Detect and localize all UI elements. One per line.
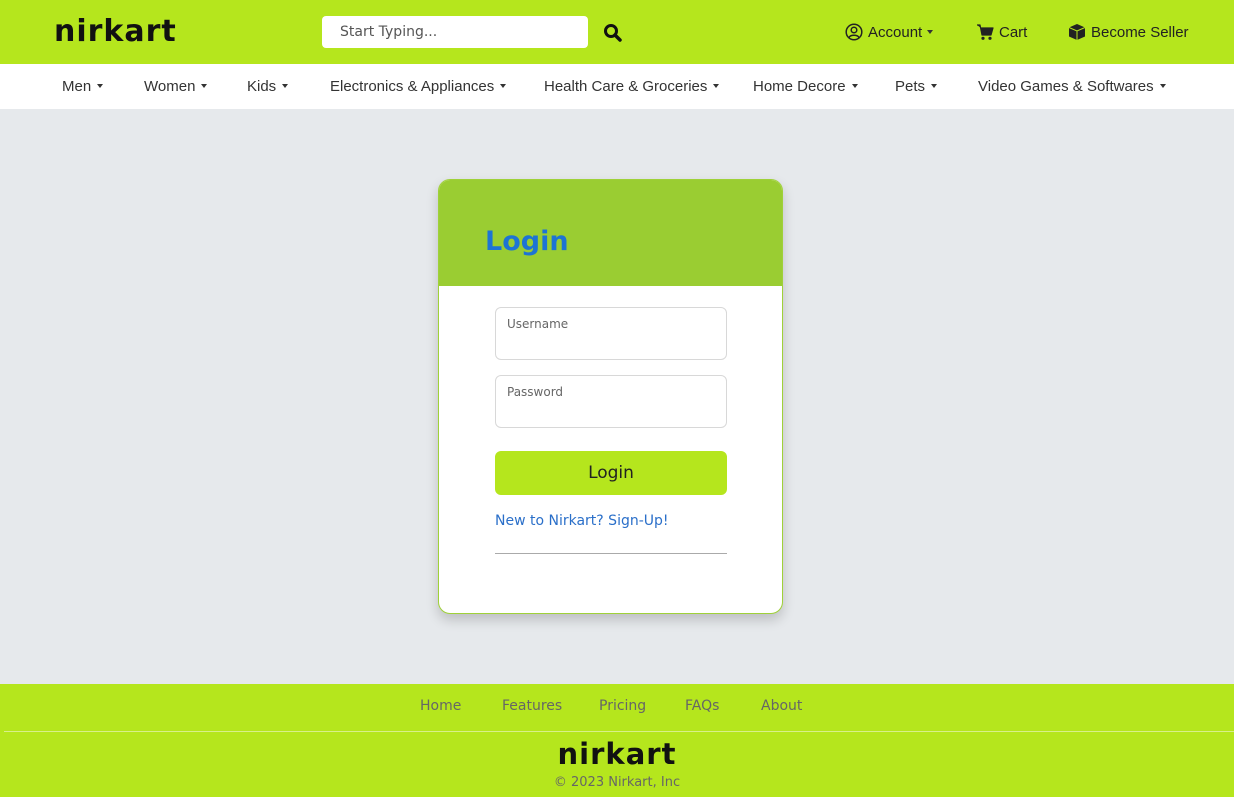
cart-link[interactable]: Cart <box>976 20 1027 44</box>
cart-label: Cart <box>999 23 1028 41</box>
footer-divider <box>4 731 1234 732</box>
signup-link[interactable]: New to Nirkart? Sign-Up! <box>495 513 669 529</box>
footer-link-pricing[interactable]: Pricing <box>599 698 646 714</box>
category-home-decore[interactable]: Home Decore <box>753 64 858 109</box>
caret-down-icon <box>1159 84 1166 88</box>
caret-down-icon <box>500 84 507 88</box>
site-logo[interactable]: nirkart <box>54 14 177 50</box>
caret-down-icon <box>282 84 289 88</box>
account-label: Account <box>868 23 923 41</box>
footer: Home Features Pricing FAQs About nirkart… <box>0 684 1234 797</box>
category-nav: Men Women Kids Electronics & Appliances … <box>0 64 1234 109</box>
category-pets[interactable]: Pets <box>895 64 938 109</box>
category-women[interactable]: Women <box>144 64 208 109</box>
caret-down-icon <box>931 84 938 88</box>
login-card-header: Login <box>439 180 782 286</box>
divider <box>495 553 727 554</box>
cart-icon <box>977 24 994 40</box>
login-button[interactable]: Login <box>495 451 727 495</box>
user-circle-icon <box>845 23 863 41</box>
caret-down-icon <box>201 84 208 88</box>
password-label: Password <box>507 385 564 399</box>
category-electronics[interactable]: Electronics & Appliances <box>330 64 507 109</box>
category-video-games[interactable]: Video Games & Softwares <box>978 64 1166 109</box>
account-menu[interactable]: Account <box>845 20 934 44</box>
login-card: Login Username Password Login New to Nir… <box>438 179 783 614</box>
caret-down-icon <box>97 84 104 88</box>
box-icon <box>1068 24 1086 40</box>
footer-logo: nirkart <box>557 737 677 771</box>
username-label: Username <box>507 317 569 331</box>
footer-link-features[interactable]: Features <box>502 698 562 714</box>
seller-label: Become Seller <box>1091 23 1189 41</box>
category-men[interactable]: Men <box>62 64 104 109</box>
search-input[interactable] <box>322 16 588 48</box>
become-seller-link[interactable]: Become Seller <box>1068 20 1189 44</box>
footer-link-home[interactable]: Home <box>420 698 461 714</box>
footer-link-faqs[interactable]: FAQs <box>685 698 719 714</box>
caret-down-icon <box>851 84 858 88</box>
username-input[interactable] <box>507 334 719 356</box>
top-header: nirkart Account Cart Become Seller <box>0 0 1234 64</box>
username-field[interactable]: Username <box>495 307 727 360</box>
password-field[interactable]: Password <box>495 375 727 428</box>
category-kids[interactable]: Kids <box>247 64 289 109</box>
chevron-down-icon <box>927 30 934 34</box>
login-title: Login <box>485 226 569 257</box>
copyright-text: © 2023 Nirkart, Inc <box>553 775 681 790</box>
search-button[interactable] <box>602 22 624 44</box>
footer-link-about[interactable]: About <box>761 698 802 714</box>
password-input[interactable] <box>507 402 719 424</box>
search-icon <box>604 24 622 42</box>
caret-down-icon <box>713 84 720 88</box>
category-health-groceries[interactable]: Health Care & Groceries <box>544 64 720 109</box>
